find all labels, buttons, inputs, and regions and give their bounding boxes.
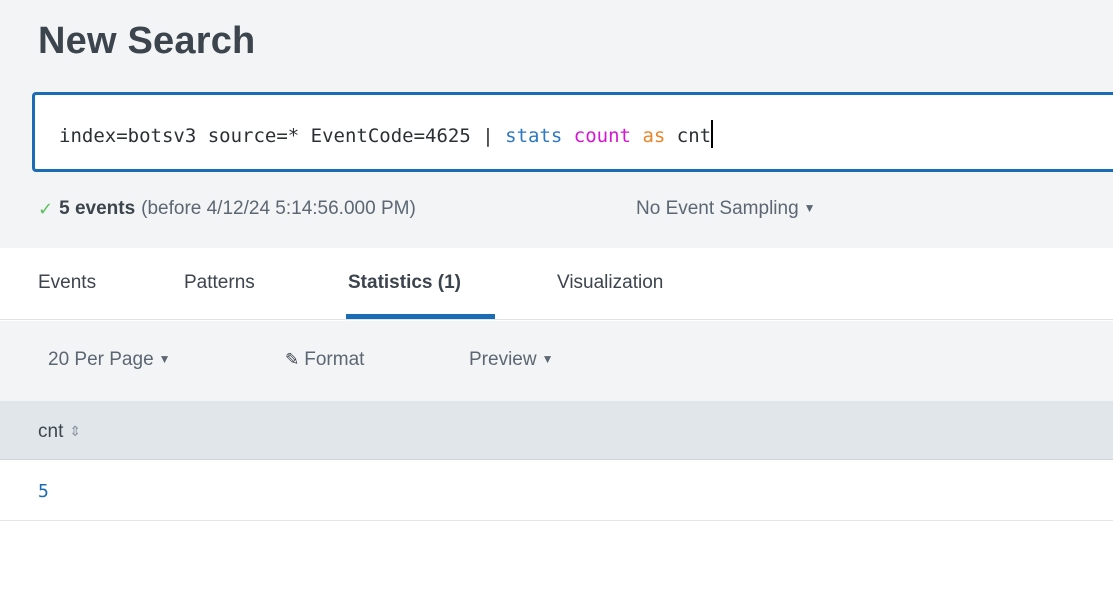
event-sampling-dropdown[interactable]: No Event Sampling ▼ <box>636 198 816 220</box>
table-header: cnt ⇕ <box>0 401 1113 460</box>
per-page-label: 20 Per Page <box>48 349 154 370</box>
tab-events[interactable]: Events <box>38 272 96 294</box>
table-row: 5 <box>0 460 1113 521</box>
column-header-cnt[interactable]: cnt ⇕ <box>38 421 81 443</box>
tab-visualization[interactable]: Visualization <box>557 272 663 294</box>
sort-icon: ⇕ <box>69 423 82 439</box>
search-token: index=botsv3 source=* EventCode=4625 | <box>59 125 506 147</box>
chevron-down-icon: ▼ <box>541 352 554 366</box>
preview-label: Preview <box>469 349 537 370</box>
tab-patterns[interactable]: Patterns <box>184 272 255 294</box>
active-tab-indicator <box>346 314 495 319</box>
event-count[interactable]: 5 events <box>59 198 135 220</box>
text-cursor <box>711 120 714 148</box>
event-sampling-label: No Event Sampling <box>636 198 799 219</box>
chevron-down-icon: ▼ <box>158 352 171 366</box>
results-tabs: Events Patterns Statistics (1) Visualiza… <box>0 248 1113 320</box>
column-header-label: cnt <box>38 421 64 442</box>
search-query[interactable]: index=botsv3 source=* EventCode=4625 | s… <box>59 120 714 148</box>
preview-dropdown[interactable]: Preview ▼ <box>469 349 553 371</box>
search-token: cnt <box>665 125 712 147</box>
page-title: New Search <box>38 20 256 62</box>
search-token <box>631 125 642 147</box>
table-cell-cnt[interactable]: 5 <box>38 481 49 502</box>
chevron-down-icon: ▼ <box>803 201 816 215</box>
format-label: Format <box>304 349 365 370</box>
time-range: (before 4/12/24 5:14:56.000 PM) <box>141 198 416 219</box>
search-token-function: count <box>573 125 631 147</box>
tab-statistics[interactable]: Statistics (1) <box>348 272 461 294</box>
search-token-command: stats <box>505 125 563 147</box>
search-input[interactable]: index=botsv3 source=* EventCode=4625 | s… <box>32 92 1113 172</box>
format-button[interactable]: ✎ Format <box>285 349 364 371</box>
per-page-dropdown[interactable]: 20 Per Page ▼ <box>48 349 171 371</box>
check-icon: ✓ <box>38 198 54 219</box>
search-token <box>562 125 573 147</box>
pencil-icon: ✎ <box>285 350 300 369</box>
results-toolbar: 20 Per Page ▼ ✎ Format Preview ▼ <box>0 321 1113 401</box>
search-header: New Search index=botsv3 source=* EventCo… <box>0 0 1113 248</box>
search-token-keyword: as <box>642 125 666 147</box>
search-status: ✓ 5 events (before 4/12/24 5:14:56.000 P… <box>38 198 416 220</box>
